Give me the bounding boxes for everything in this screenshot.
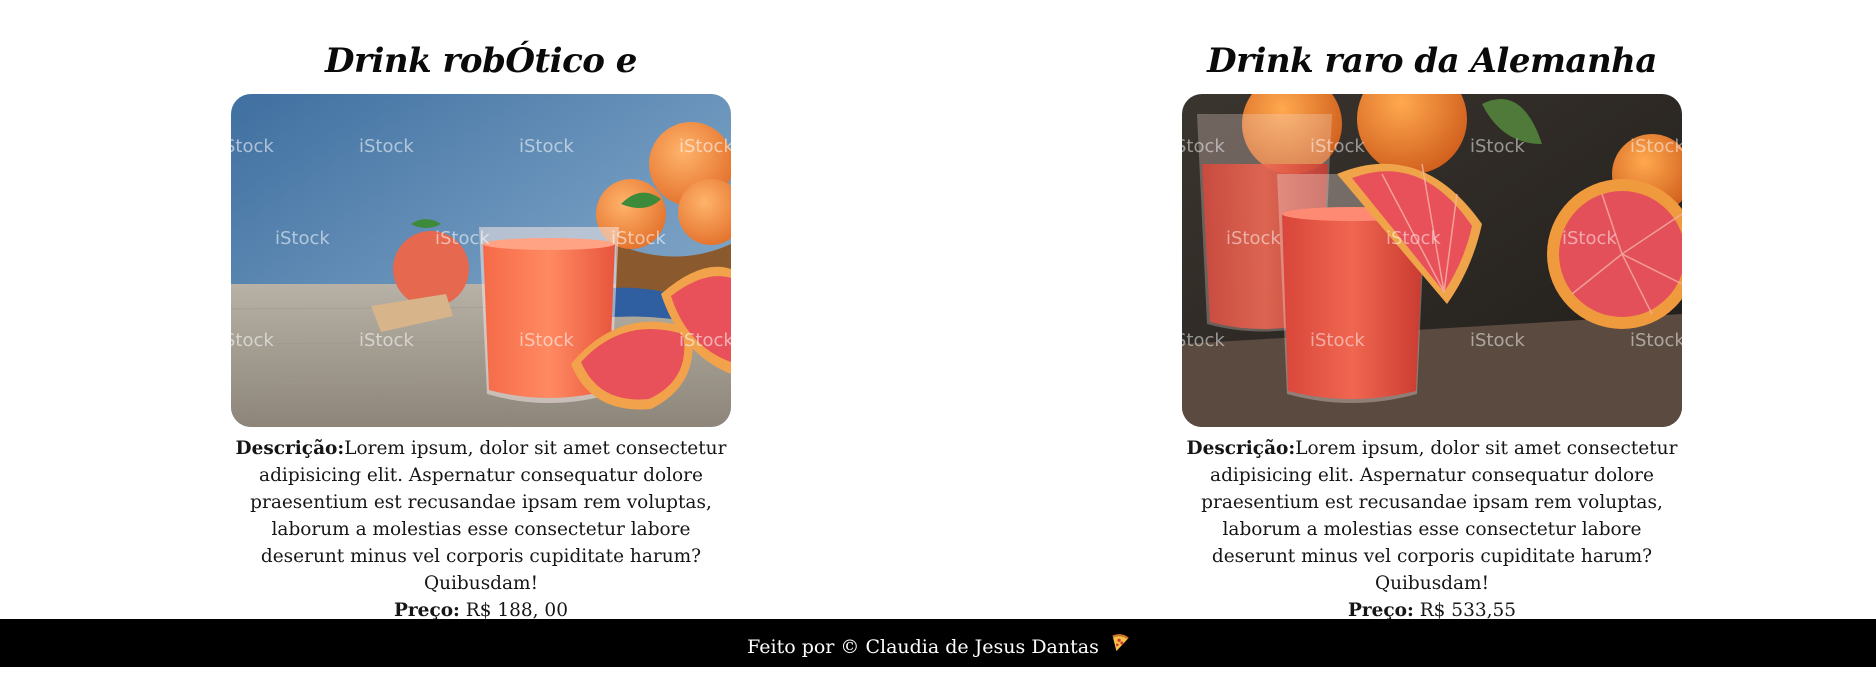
description-label: Descrição: xyxy=(1186,438,1296,459)
svg-text:iStock: iStock xyxy=(1470,330,1525,351)
svg-text:iStock: iStock xyxy=(1182,330,1225,351)
svg-text:iStock: iStock xyxy=(1470,136,1525,157)
svg-text:iStock: iStock xyxy=(611,228,666,249)
svg-text:iStock: iStock xyxy=(519,136,574,157)
drinks-section: Drink robÓtico e sustentÁvel xyxy=(0,0,1876,621)
svg-text:iStock: iStock xyxy=(1630,330,1682,351)
svg-text:iStock: iStock xyxy=(359,330,414,351)
description-label: Descrição: xyxy=(235,438,345,459)
drink-card: Drink raro da Alemanha tock iStock iStoc… xyxy=(1182,30,1682,625)
svg-text:iStock: iStock xyxy=(1630,136,1682,157)
description-text: Lorem ipsum, dolor sit amet consectetur … xyxy=(1201,438,1678,594)
svg-text:iStock: iStock xyxy=(519,330,574,351)
drink-description: Descrição:Lorem ipsum, dolor sit amet co… xyxy=(231,435,731,597)
page-footer: Feito por © Claudia de Jesus Dantas xyxy=(0,619,1876,667)
pizza-icon xyxy=(1111,618,1129,674)
svg-text:iStock: iStock xyxy=(231,136,274,157)
svg-text:iStock: iStock xyxy=(231,330,274,351)
price-value: R$ 188, 00 xyxy=(465,600,568,621)
svg-text:iStock: iStock xyxy=(435,228,490,249)
svg-text:iStock: iStock xyxy=(359,136,414,157)
svg-text:iStock: iStock xyxy=(679,136,731,157)
svg-text:iStock: iStock xyxy=(1226,228,1281,249)
svg-text:iStock: iStock xyxy=(1182,136,1225,157)
svg-text:iStock: iStock xyxy=(275,228,330,249)
drink-card: Drink robÓtico e sustentÁvel xyxy=(231,30,731,625)
svg-text:iStock: iStock xyxy=(1310,136,1365,157)
description-text: Lorem ipsum, dolor sit amet consectetur … xyxy=(250,438,727,594)
price-label: Preço: xyxy=(394,600,460,621)
price-label: Preço: xyxy=(1347,600,1414,621)
svg-text:iStock: iStock xyxy=(1310,330,1365,351)
drink-photo: iStock iStock iStock iStock iStock iStoc… xyxy=(1182,94,1682,427)
footer-credit: Feito por © Claudia de Jesus Dantas xyxy=(747,636,1099,658)
drink-title: Drink raro da Alemanha xyxy=(1207,41,1657,81)
drink-photo: iStock iStock iStock iStock iStock iStoc… xyxy=(231,94,731,427)
drink-description: Descrição:Lorem ipsum, dolor sit amet co… xyxy=(1182,435,1682,597)
svg-text:iStock: iStock xyxy=(1562,228,1617,249)
svg-text:iStock: iStock xyxy=(1386,228,1441,249)
svg-text:iStock: iStock xyxy=(679,330,731,351)
drink-title: Drink robÓtico e sustentÁvel xyxy=(325,41,637,143)
price-value: R$ 533,55 xyxy=(1419,600,1517,621)
